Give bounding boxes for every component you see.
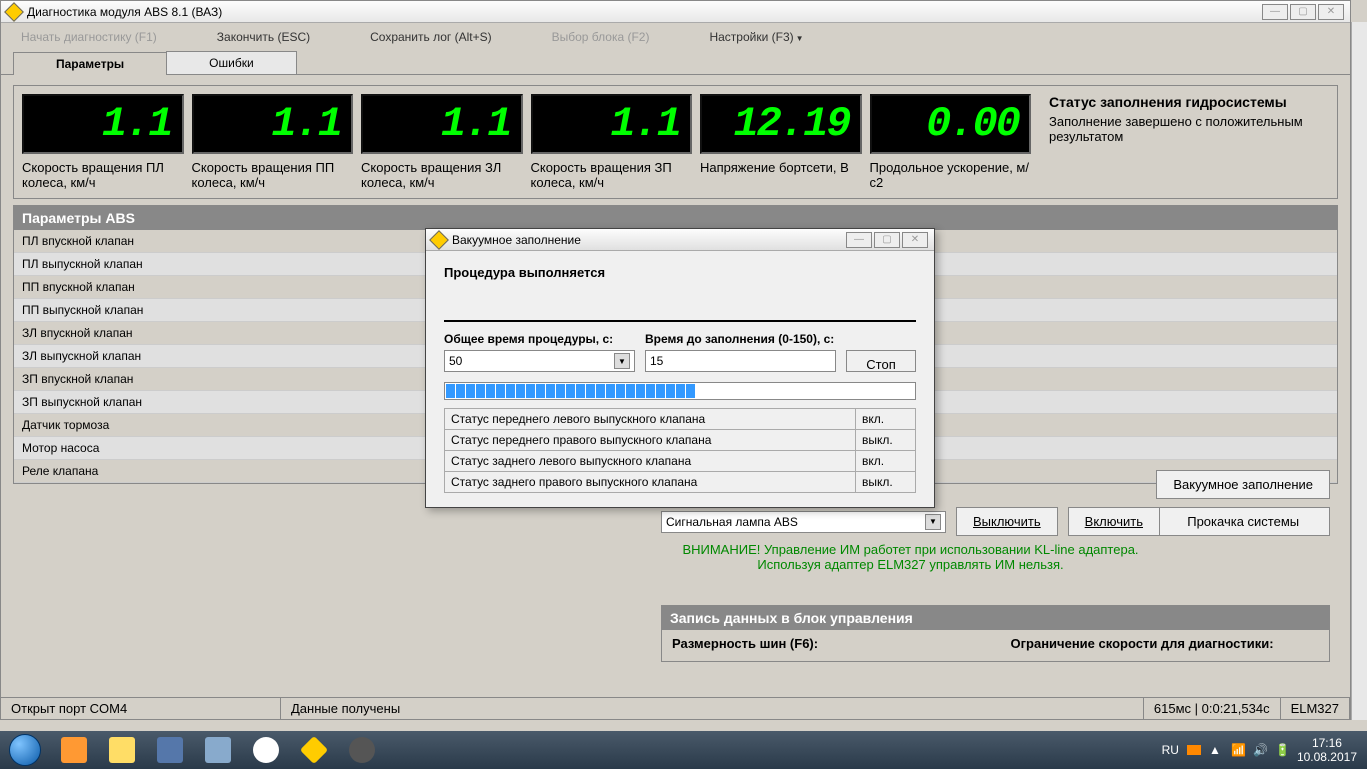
menu-settings[interactable]: Настройки (F3)▼ <box>709 30 803 44</box>
valve-status-table: Статус переднего левого выпускного клапа… <box>444 408 916 493</box>
start-button[interactable] <box>0 731 50 769</box>
gauge-accel: 0.00 Продольное ускорение, м/с2 <box>870 94 1032 190</box>
total-time-label: Общее время процедуры, с: <box>444 332 635 346</box>
app-icon <box>4 2 24 22</box>
pump-system-button[interactable]: Прокачка системы <box>1156 507 1330 536</box>
total-time-combo[interactable]: 50 ▼ <box>444 350 635 372</box>
dialog-icon <box>429 230 449 250</box>
status-adapter: ELM327 <box>1281 698 1350 719</box>
section-header: Параметры ABS <box>14 206 1337 230</box>
chevron-down-icon: ▼ <box>614 353 630 369</box>
speed-limit-label: Ограничение скорости для диагностики: <box>1011 636 1320 651</box>
table-row: Статус заднего правого выпускного клапан… <box>445 472 916 493</box>
task-chrome[interactable] <box>243 733 289 767</box>
vacuum-fill-button[interactable]: Вакуумное заполнение <box>1156 470 1330 499</box>
turn-on-button[interactable]: Включить <box>1068 507 1160 536</box>
network-icon[interactable]: 📶 <box>1231 743 1245 757</box>
gauge-rr-speed: 1.1 Скорость вращения ЗП колеса, км/ч <box>531 94 693 190</box>
tab-params[interactable]: Параметры <box>13 52 167 75</box>
status-port: Открыт порт COM4 <box>1 698 281 719</box>
flag-icon[interactable] <box>1187 745 1201 755</box>
task-app1[interactable] <box>147 733 193 767</box>
stop-button[interactable]: Стоп <box>846 350 916 372</box>
system-tray: RU ▲ 📶 🔊 🔋 17:16 10.08.2017 <box>1152 736 1367 765</box>
menu-finish[interactable]: Закончить (ESC) <box>217 30 310 44</box>
dialog-maximize-button[interactable]: ▢ <box>874 232 900 248</box>
status-timing: 615мс | 0:0:21,534с <box>1144 698 1281 719</box>
volume-icon[interactable]: 🔊 <box>1253 743 1267 757</box>
gauge-fr-speed: 1.1 Скорость вращения ПП колеса, км/ч <box>192 94 354 190</box>
close-button[interactable]: ✕ <box>1318 4 1344 20</box>
gauge-voltage: 12.19 Напряжение бортсети, В <box>700 94 862 190</box>
gauge-rl-speed: 1.1 Скорость вращения ЗЛ колеса, км/ч <box>361 94 523 190</box>
chevron-down-icon: ▼ <box>925 514 941 530</box>
tab-errors[interactable]: Ошибки <box>166 51 297 74</box>
taskbar: RU ▲ 📶 🔊 🔋 17:16 10.08.2017 <box>0 731 1367 769</box>
gauge-fl-speed: 1.1 Скорость вращения ПЛ колеса, км/ч <box>22 94 184 190</box>
window-title: Диагностика модуля ABS 8.1 (ВАЗ) <box>27 5 1262 19</box>
write-data-section: Запись данных в блок управления Размерно… <box>661 605 1330 662</box>
task-app2[interactable] <box>339 733 385 767</box>
language-indicator[interactable]: RU <box>1162 743 1179 757</box>
task-diag-app[interactable] <box>291 733 337 767</box>
menu-save[interactable]: Сохранить лог (Alt+S) <box>370 30 492 44</box>
chevron-down-icon: ▼ <box>796 34 804 43</box>
maximize-button[interactable]: ▢ <box>1290 4 1316 20</box>
minimize-button[interactable]: — <box>1262 4 1288 20</box>
statusbar: Открыт порт COM4 Данные получены 615мс |… <box>1 697 1350 719</box>
task-explorer[interactable] <box>99 733 145 767</box>
table-row: Статус переднего правого выпускного клап… <box>445 430 916 451</box>
warning-text: ВНИМАНИЕ! Управление ИМ работет при испо… <box>661 542 1160 572</box>
divider <box>444 320 916 322</box>
menu-select-block[interactable]: Выбор блока (F2) <box>552 30 650 44</box>
dialog-minimize-button[interactable]: — <box>846 232 872 248</box>
tabs: Параметры Ошибки <box>1 51 1350 75</box>
gauges-panel: 1.1 Скорость вращения ПЛ колеса, км/ч 1.… <box>13 85 1338 199</box>
clock[interactable]: 17:16 10.08.2017 <box>1297 736 1357 765</box>
table-row: Статус переднего левого выпускного клапа… <box>445 409 916 430</box>
dialog-close-button[interactable]: ✕ <box>902 232 928 248</box>
tray-icon-1[interactable]: ▲ <box>1209 743 1223 757</box>
fill-time-label: Время до заполнения (0-150), с: <box>645 332 836 346</box>
task-calc[interactable] <box>195 733 241 767</box>
dialog-message: Процедура выполняется <box>444 265 916 280</box>
menubar: Начать диагностику (F1) Закончить (ESC) … <box>1 23 1350 51</box>
actuator-controls: Сигнальная лампа ABS ▼ Выключить Включит… <box>661 507 1160 572</box>
tire-size-label: Размерность шин (F6): <box>672 636 981 651</box>
dialog-title-text: Вакуумное заполнение <box>452 233 846 247</box>
titlebar: Диагностика модуля ABS 8.1 (ВАЗ) — ▢ ✕ <box>1 1 1350 23</box>
status-data: Данные получены <box>281 698 1144 719</box>
menu-start[interactable]: Начать диагностику (F1) <box>21 30 157 44</box>
battery-icon[interactable]: 🔋 <box>1275 743 1289 757</box>
progress-bar <box>444 382 916 400</box>
hydro-status-panel: Статус заполнения гидросистемы Заполнени… <box>1039 94 1329 190</box>
turn-off-button[interactable]: Выключить <box>956 507 1058 536</box>
vacuum-dialog: Вакуумное заполнение — ▢ ✕ Процедура вып… <box>425 228 935 508</box>
task-mediaplayer[interactable] <box>51 733 97 767</box>
table-row: Статус заднего левого выпускного клапана… <box>445 451 916 472</box>
vertical-scrollbar[interactable] <box>1351 22 1367 720</box>
fill-time-input[interactable]: 15 <box>645 350 836 372</box>
actuator-combo[interactable]: Сигнальная лампа ABS ▼ <box>661 511 946 533</box>
